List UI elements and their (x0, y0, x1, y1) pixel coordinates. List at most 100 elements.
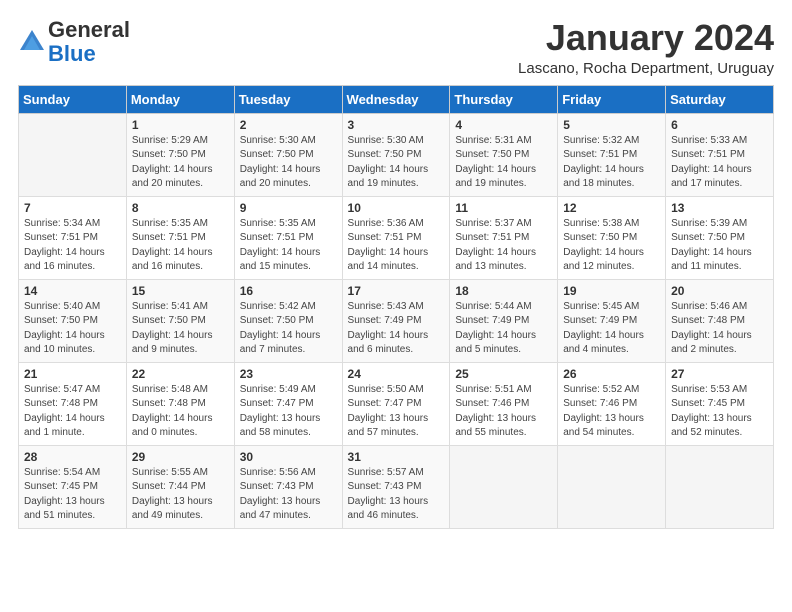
day-number: 3 (348, 118, 445, 132)
day-content: Sunrise: 5:44 AM Sunset: 7:49 PM Dayligh… (455, 300, 552, 358)
day-content: Sunrise: 5:52 AM Sunset: 7:46 PM Dayligh… (563, 383, 660, 441)
day-content: Sunrise: 5:47 AM Sunset: 7:48 PM Dayligh… (24, 383, 121, 441)
logo-blue-text: Blue (48, 41, 96, 66)
day-content: Sunrise: 5:35 AM Sunset: 7:51 PM Dayligh… (132, 217, 229, 275)
day-number: 26 (563, 367, 660, 381)
day-header-wednesday: Wednesday (342, 85, 450, 113)
calendar-cell: 1 Sunrise: 5:29 AM Sunset: 7:50 PM Daylig… (126, 113, 234, 196)
day-content: Sunrise: 5:31 AM Sunset: 7:50 PM Dayligh… (455, 134, 552, 192)
day-number: 1 (132, 118, 229, 132)
day-content: Sunrise: 5:34 AM Sunset: 7:51 PM Dayligh… (24, 217, 121, 275)
calendar-week-row: 7 Sunrise: 5:34 AM Sunset: 7:51 PM Daylig… (19, 196, 774, 279)
calendar-cell: 15Sunrise: 5:41 AM Sunset: 7:50 PM Dayli… (126, 279, 234, 362)
day-content: Sunrise: 5:46 AM Sunset: 7:48 PM Dayligh… (671, 300, 768, 358)
calendar-cell: 31 Sunrise: 5:57 AM Sunset: 7:43 PM Dayli… (342, 445, 450, 528)
day-number: 23 (240, 367, 337, 381)
day-number: 20 (671, 284, 768, 298)
day-header-thursday: Thursday (450, 85, 558, 113)
calendar-cell: 27Sunrise: 5:53 AM Sunset: 7:45 PM Dayli… (666, 362, 774, 445)
calendar-cell: 11Sunrise: 5:37 AM Sunset: 7:51 PM Dayli… (450, 196, 558, 279)
day-number: 2 (240, 118, 337, 132)
day-header-friday: Friday (558, 85, 666, 113)
calendar-cell: 17 Sunrise: 5:43 AM Sunset: 7:49 PM Dayli… (342, 279, 450, 362)
calendar-cell: 3Sunrise: 5:30 AM Sunset: 7:50 PM Daylig… (342, 113, 450, 196)
day-content: Sunrise: 5:45 AM Sunset: 7:49 PM Dayligh… (563, 300, 660, 358)
calendar-cell (19, 113, 127, 196)
day-content: Sunrise: 5:37 AM Sunset: 7:51 PM Dayligh… (455, 217, 552, 275)
day-number: 6 (671, 118, 768, 132)
day-number: 30 (240, 450, 337, 464)
calendar-cell (666, 445, 774, 528)
calendar-cell: 23 Sunrise: 5:49 AM Sunset: 7:47 PM Dayli… (234, 362, 342, 445)
day-number: 17 (348, 284, 445, 298)
day-number: 5 (563, 118, 660, 132)
day-content: Sunrise: 5:50 AM Sunset: 7:47 PM Dayligh… (348, 383, 445, 441)
day-content: Sunrise: 5:53 AM Sunset: 7:45 PM Dayligh… (671, 383, 768, 441)
calendar-cell (558, 445, 666, 528)
title-block: January 2024 Lascano, Rocha Department, … (518, 18, 774, 77)
calendar-cell: 16Sunrise: 5:42 AM Sunset: 7:50 PM Dayli… (234, 279, 342, 362)
logo-general-text: General (48, 17, 130, 42)
calendar-cell: 2 Sunrise: 5:30 AM Sunset: 7:50 PM Daylig… (234, 113, 342, 196)
calendar-cell: 25 Sunrise: 5:51 AM Sunset: 7:46 PM Dayli… (450, 362, 558, 445)
calendar-cell: 7 Sunrise: 5:34 AM Sunset: 7:51 PM Daylig… (19, 196, 127, 279)
day-number: 25 (455, 367, 552, 381)
calendar-cell: 18Sunrise: 5:44 AM Sunset: 7:49 PM Dayli… (450, 279, 558, 362)
calendar-week-row: 14Sunrise: 5:40 AM Sunset: 7:50 PM Dayli… (19, 279, 774, 362)
day-number: 12 (563, 201, 660, 215)
day-content: Sunrise: 5:55 AM Sunset: 7:44 PM Dayligh… (132, 466, 229, 524)
day-number: 24 (348, 367, 445, 381)
calendar-cell: 26 Sunrise: 5:52 AM Sunset: 7:46 PM Dayli… (558, 362, 666, 445)
day-content: Sunrise: 5:57 AM Sunset: 7:43 PM Dayligh… (348, 466, 445, 524)
day-number: 22 (132, 367, 229, 381)
calendar-cell: 5Sunrise: 5:32 AM Sunset: 7:51 PM Daylig… (558, 113, 666, 196)
day-content: Sunrise: 5:48 AM Sunset: 7:48 PM Dayligh… (132, 383, 229, 441)
calendar-cell: 6Sunrise: 5:33 AM Sunset: 7:51 PM Daylig… (666, 113, 774, 196)
main-container: General Blue January 2024 Lascano, Rocha… (0, 0, 792, 539)
day-content: Sunrise: 5:54 AM Sunset: 7:45 PM Dayligh… (24, 466, 121, 524)
day-number: 4 (455, 118, 552, 132)
calendar-week-row: 21 Sunrise: 5:47 AM Sunset: 7:48 PM Dayli… (19, 362, 774, 445)
calendar-cell: 9 Sunrise: 5:35 AM Sunset: 7:51 PM Daylig… (234, 196, 342, 279)
calendar-cell (450, 445, 558, 528)
calendar-cell: 28 Sunrise: 5:54 AM Sunset: 7:45 PM Dayli… (19, 445, 127, 528)
calendar-cell: 21 Sunrise: 5:47 AM Sunset: 7:48 PM Dayli… (19, 362, 127, 445)
day-number: 10 (348, 201, 445, 215)
calendar-cell: 29Sunrise: 5:55 AM Sunset: 7:44 PM Dayli… (126, 445, 234, 528)
day-number: 28 (24, 450, 121, 464)
calendar-cell: 12 Sunrise: 5:38 AM Sunset: 7:50 PM Dayli… (558, 196, 666, 279)
day-content: Sunrise: 5:30 AM Sunset: 7:50 PM Dayligh… (240, 134, 337, 192)
calendar-cell: 4 Sunrise: 5:31 AM Sunset: 7:50 PM Daylig… (450, 113, 558, 196)
day-content: Sunrise: 5:43 AM Sunset: 7:49 PM Dayligh… (348, 300, 445, 358)
subtitle: Lascano, Rocha Department, Uruguay (518, 60, 774, 77)
header: General Blue January 2024 Lascano, Rocha… (18, 18, 774, 77)
calendar-table: SundayMondayTuesdayWednesdayThursdayFrid… (18, 85, 774, 529)
month-title: January 2024 (518, 18, 774, 58)
day-content: Sunrise: 5:41 AM Sunset: 7:50 PM Dayligh… (132, 300, 229, 358)
day-content: Sunrise: 5:49 AM Sunset: 7:47 PM Dayligh… (240, 383, 337, 441)
day-content: Sunrise: 5:29 AM Sunset: 7:50 PM Dayligh… (132, 134, 229, 192)
day-header-monday: Monday (126, 85, 234, 113)
day-content: Sunrise: 5:38 AM Sunset: 7:50 PM Dayligh… (563, 217, 660, 275)
day-number: 31 (348, 450, 445, 464)
day-content: Sunrise: 5:56 AM Sunset: 7:43 PM Dayligh… (240, 466, 337, 524)
calendar-cell: 14Sunrise: 5:40 AM Sunset: 7:50 PM Dayli… (19, 279, 127, 362)
day-content: Sunrise: 5:35 AM Sunset: 7:51 PM Dayligh… (240, 217, 337, 275)
day-number: 8 (132, 201, 229, 215)
day-number: 21 (24, 367, 121, 381)
calendar-week-row: 1 Sunrise: 5:29 AM Sunset: 7:50 PM Daylig… (19, 113, 774, 196)
day-content: Sunrise: 5:51 AM Sunset: 7:46 PM Dayligh… (455, 383, 552, 441)
calendar-cell: 19Sunrise: 5:45 AM Sunset: 7:49 PM Dayli… (558, 279, 666, 362)
day-number: 14 (24, 284, 121, 298)
calendar-cell: 30 Sunrise: 5:56 AM Sunset: 7:43 PM Dayli… (234, 445, 342, 528)
day-number: 9 (240, 201, 337, 215)
calendar-cell: 22 Sunrise: 5:48 AM Sunset: 7:48 PM Dayli… (126, 362, 234, 445)
calendar-cell: 8 Sunrise: 5:35 AM Sunset: 7:51 PM Daylig… (126, 196, 234, 279)
day-content: Sunrise: 5:42 AM Sunset: 7:50 PM Dayligh… (240, 300, 337, 358)
day-number: 13 (671, 201, 768, 215)
calendar-cell: 24 Sunrise: 5:50 AM Sunset: 7:47 PM Dayli… (342, 362, 450, 445)
day-number: 7 (24, 201, 121, 215)
calendar-cell: 20 Sunrise: 5:46 AM Sunset: 7:48 PM Dayli… (666, 279, 774, 362)
day-content: Sunrise: 5:39 AM Sunset: 7:50 PM Dayligh… (671, 217, 768, 275)
calendar-cell: 13 Sunrise: 5:39 AM Sunset: 7:50 PM Dayli… (666, 196, 774, 279)
